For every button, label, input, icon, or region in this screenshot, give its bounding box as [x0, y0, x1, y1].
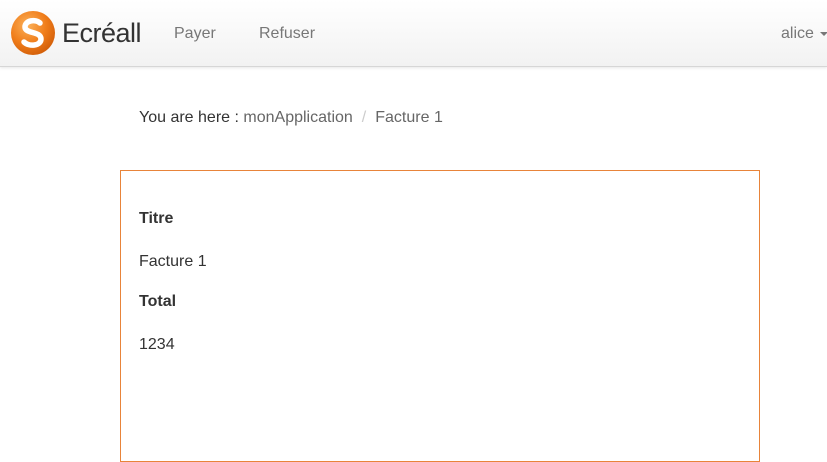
- ecreall-s-logo-icon: [11, 11, 55, 55]
- field-value-titre: Facture 1: [139, 253, 207, 270]
- user-menu-dropdown[interactable]: alice: [781, 25, 827, 43]
- nav-link-payer[interactable]: Payer: [174, 25, 216, 43]
- breadcrumb-prefix: You are here :: [139, 109, 239, 126]
- field-value-total: 1234: [139, 336, 175, 353]
- nav-link-refuser[interactable]: Refuser: [259, 25, 315, 43]
- brand-name: Ecréall: [62, 17, 142, 48]
- caret-down-icon: [819, 31, 827, 36]
- field-label-titre: Titre: [139, 210, 174, 227]
- breadcrumb-divider: /: [361, 109, 367, 126]
- invoice-detail-panel: Titre Facture 1 Total 1234: [120, 170, 760, 462]
- breadcrumb-item-current: Facture 1: [375, 109, 443, 126]
- breadcrumb: You are here : monApplication / Facture 1: [139, 108, 443, 128]
- top-navbar: Ecréall Payer Refuser alice: [0, 0, 827, 67]
- user-name: alice: [781, 25, 814, 42]
- brand-home-link[interactable]: Ecréall: [10, 11, 142, 55]
- field-label-total: Total: [139, 293, 177, 310]
- breadcrumb-item-monapplication[interactable]: monApplication: [243, 109, 352, 126]
